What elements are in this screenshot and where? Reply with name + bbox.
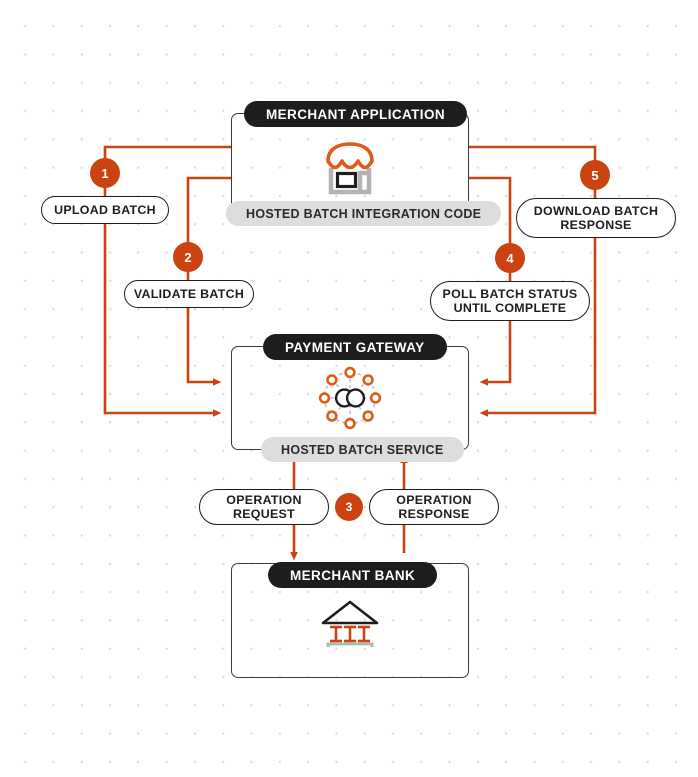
step-badge-4: 4 — [495, 243, 525, 273]
step-badge-5: 5 — [580, 160, 610, 190]
wire-step-5 — [468, 145, 597, 417]
bank-icon — [315, 595, 385, 655]
step-badge-3: 3 — [335, 493, 363, 521]
pill-poll-batch-status[interactable]: POLL BATCH STATUS UNTIL COMPLETE — [430, 281, 590, 321]
pill-download-batch-response[interactable]: DOWNLOAD BATCH RESPONSE — [516, 198, 676, 238]
pill-validate-batch[interactable]: VALIDATE BATCH — [124, 280, 254, 308]
step-badge-1: 1 — [90, 158, 120, 188]
diagram-canvas: MERCHANT APPLICATION HOSTED BATCH INTEGR… — [0, 0, 698, 777]
pill-operation-response[interactable]: OPERATION RESPONSE — [369, 489, 499, 525]
node-title-merchant-bank: MERCHANT BANK — [268, 562, 438, 588]
network-hub-icon — [312, 360, 388, 436]
storefront-icon — [316, 138, 384, 200]
node-subtitle-merchant-application: HOSTED BATCH INTEGRATION CODE — [226, 201, 502, 226]
node-title-merchant-application: MERCHANT APPLICATION — [244, 101, 467, 127]
node-subtitle-payment-gateway: HOSTED BATCH SERVICE — [261, 437, 464, 462]
pill-upload-batch[interactable]: UPLOAD BATCH — [41, 196, 169, 224]
pill-operation-request[interactable]: OPERATION REQUEST — [199, 489, 329, 525]
node-title-payment-gateway: PAYMENT GATEWAY — [263, 334, 447, 360]
step-badge-2: 2 — [173, 242, 203, 272]
